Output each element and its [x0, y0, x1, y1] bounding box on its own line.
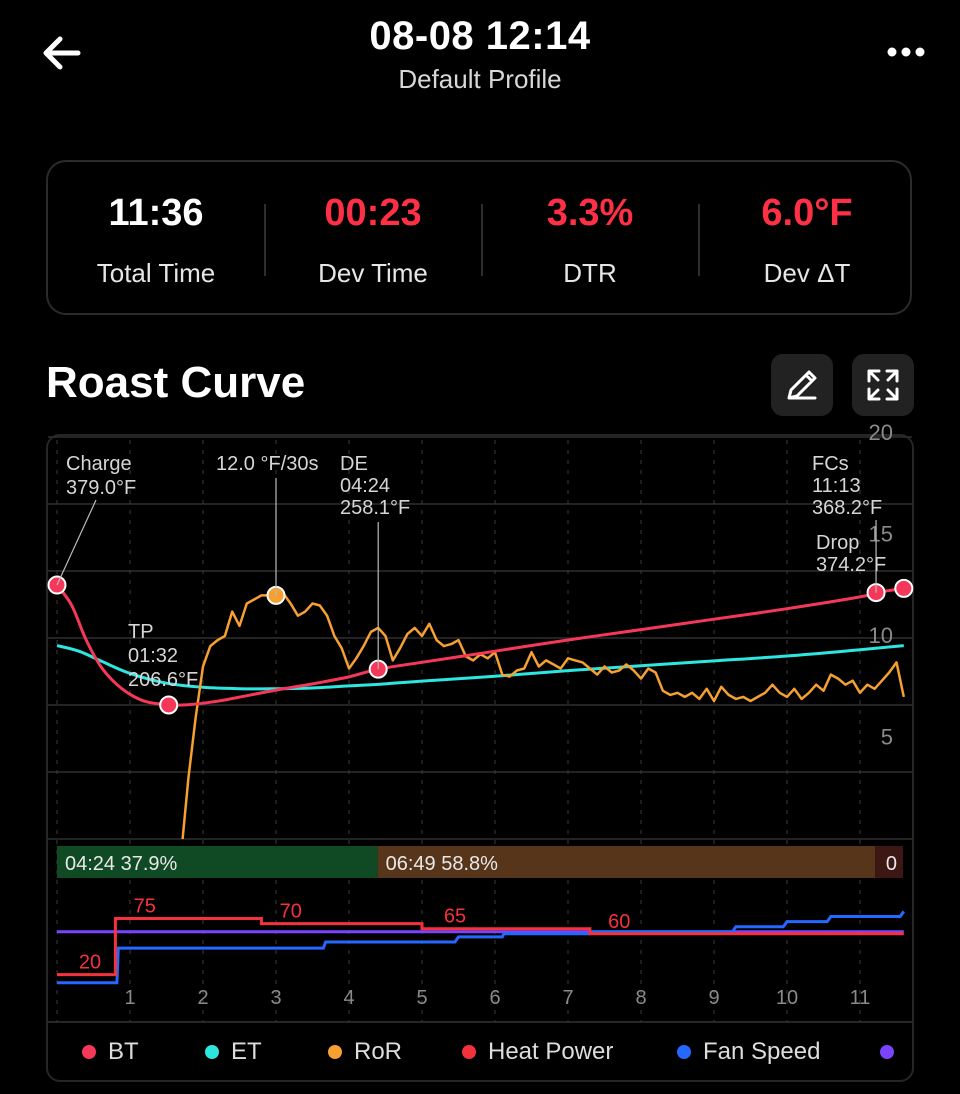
- x-tick-label: 1: [124, 987, 135, 1009]
- chart-legend: BT ET RoR Heat Power Fan Speed: [70, 1034, 910, 1070]
- x-tick-label: 5: [416, 987, 427, 1009]
- annotation-text: FCs: [812, 453, 849, 475]
- annotation-text: DE: [340, 453, 368, 475]
- legend-label: Fan Speed: [703, 1038, 821, 1065]
- legend-item-heat-power[interactable]: Heat Power: [462, 1034, 613, 1070]
- annotation-text: 368.2°F: [812, 497, 882, 519]
- ror-axis-label: 20: [869, 420, 893, 445]
- x-tick-label: 2: [197, 987, 208, 1009]
- annotation-text: 374.2°F: [816, 554, 886, 576]
- annotation-leader: [56, 499, 97, 586]
- ror-axis-label: 5: [881, 725, 893, 750]
- legend-dot: [677, 1045, 691, 1059]
- legend-label: ET: [231, 1038, 262, 1065]
- roast-curve-chart[interactable]: 1 2 3 4 5 6 7 8 9 10 11 20 15 10 5 04:24 37.9% 06:49 58…: [0, 0, 960, 1094]
- drop-marker: [894, 578, 914, 598]
- heat-power-label: 75: [134, 896, 156, 918]
- x-tick-label: 3: [270, 987, 281, 1009]
- legend-dot: [328, 1045, 342, 1059]
- heat-power-label: 20: [79, 952, 101, 974]
- legend-item-ror[interactable]: RoR: [328, 1034, 402, 1070]
- x-tick-label: 9: [708, 987, 719, 1009]
- annotation-text: TP: [128, 621, 154, 643]
- ror-axis-label: 15: [869, 522, 893, 547]
- phase-label: 04:24 37.9%: [65, 853, 178, 875]
- annotation-text: 12.0 °F/30s: [216, 453, 319, 475]
- x-tick-label: 4: [343, 987, 354, 1009]
- annotation-text: 11:13: [812, 475, 861, 497]
- phase-label: 06:49 58.8%: [386, 853, 499, 875]
- x-tick-label: 6: [489, 987, 500, 1009]
- legend-item-extra[interactable]: [880, 1034, 906, 1070]
- legend-label: BT: [108, 1038, 139, 1065]
- legend-item-bt[interactable]: BT: [82, 1034, 139, 1070]
- x-tick-label: 8: [635, 987, 646, 1009]
- annotation-text: 01:32: [128, 645, 178, 667]
- heat-power-label: 60: [608, 911, 630, 933]
- annotation-text: Charge: [66, 453, 132, 475]
- phase-label: 0: [886, 853, 897, 875]
- legend-item-et[interactable]: ET: [205, 1034, 262, 1070]
- legend-label: RoR: [354, 1038, 403, 1065]
- fan-speed-line: [57, 910, 906, 985]
- x-tick-label: 7: [562, 987, 573, 1009]
- legend-dot: [880, 1045, 894, 1059]
- x-tick-label: 11: [850, 987, 871, 1009]
- annotation-text: 258.1°F: [340, 497, 410, 519]
- heat-power-label: 65: [444, 906, 466, 928]
- annotation-text: 04:24: [340, 475, 390, 497]
- x-tick-label: 10: [776, 987, 798, 1009]
- legend-dot: [462, 1045, 476, 1059]
- annotation-text: 206.6°F: [128, 669, 198, 691]
- legend-dot: [205, 1045, 219, 1059]
- ror-axis-label: 10: [869, 623, 893, 648]
- legend-label: Heat Power: [488, 1038, 614, 1065]
- annotation-text: 379.0°F: [66, 477, 136, 499]
- heat-power-label: 70: [280, 901, 302, 923]
- tp-marker: [159, 695, 179, 715]
- ror-line: [181, 592, 906, 840]
- legend-dot: [82, 1045, 96, 1059]
- annotation-text: Drop: [816, 532, 859, 554]
- legend-item-fan-speed[interactable]: Fan Speed: [677, 1034, 820, 1070]
